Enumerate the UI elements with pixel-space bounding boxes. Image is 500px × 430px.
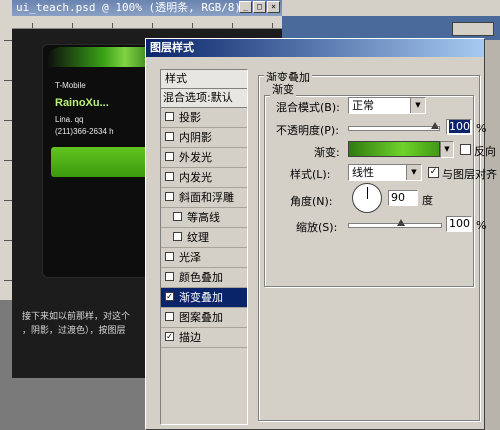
align-with-layer-checkbox[interactable]: ✓: [428, 167, 439, 178]
scale-slider-thumb[interactable]: [397, 219, 405, 226]
effect-label: 图案叠加: [179, 311, 223, 324]
chevron-down-icon[interactable]: ▼: [410, 98, 425, 113]
angle-value: 90: [391, 191, 405, 204]
styles-header[interactable]: 样式: [161, 70, 247, 89]
angle-label: 角度(N):: [290, 195, 333, 208]
effect-label: 渐变叠加: [179, 291, 223, 304]
reverse-label: 反向: [474, 145, 496, 158]
scale-label: 缩放(S):: [296, 221, 338, 234]
effect-item[interactable]: 光泽: [161, 248, 247, 268]
scale-input[interactable]: 100: [446, 216, 472, 232]
styles-list[interactable]: 样式 混合选项:默认 投影内阴影外发光内发光斜面和浮雕等高线纹理光泽颜色叠加 ✓ 渐…: [160, 69, 248, 425]
angle-input[interactable]: 90: [388, 190, 418, 206]
effect-checkbox[interactable]: ✓: [165, 332, 174, 341]
document-title: ui_teach.psd @ 100% (透明条, RGB/8): [16, 1, 242, 14]
effect-item[interactable]: 内发光: [161, 168, 247, 188]
align-with-layer-label: 与图层对齐: [442, 168, 497, 181]
effect-checkbox[interactable]: [165, 312, 174, 321]
effect-item[interactable]: 等高线: [161, 208, 247, 228]
subsection-title: 渐变: [270, 81, 296, 97]
effect-item[interactable]: ✓ 渐变叠加: [161, 288, 247, 308]
style-select[interactable]: 线性 ▼: [348, 164, 422, 181]
blend-options-item[interactable]: 混合选项:默认: [161, 89, 247, 108]
effect-item[interactable]: 内阴影: [161, 128, 247, 148]
effect-item[interactable]: 斜面和浮雕: [161, 188, 247, 208]
opacity-slider[interactable]: [348, 122, 440, 131]
effect-checkbox[interactable]: ✓: [165, 292, 174, 301]
effect-item[interactable]: ✓ 描边: [161, 328, 247, 348]
effect-checkbox[interactable]: [165, 272, 174, 281]
opacity-unit: %: [476, 122, 487, 135]
document-title-bar[interactable]: ui_teach.psd @ 100% (透明条, RGB/8) _ □ ×: [12, 0, 282, 16]
opacity-label: 不透明度(P):: [276, 124, 339, 137]
effect-checkbox[interactable]: [165, 192, 174, 201]
angle-dial-hand: [367, 187, 368, 199]
blend-mode-select[interactable]: 正常 ▼: [348, 97, 426, 114]
effect-label: 斜面和浮雕: [179, 191, 234, 204]
minimize-icon[interactable]: _: [239, 1, 252, 13]
effect-item[interactable]: 纹理: [161, 228, 247, 248]
effect-label: 投影: [179, 111, 201, 124]
effect-label: 纹理: [187, 231, 209, 244]
effect-label: 描边: [179, 331, 201, 344]
opacity-input[interactable]: 100: [446, 119, 472, 135]
effect-item[interactable]: 图案叠加: [161, 308, 247, 328]
blend-mode-value: 正常: [352, 99, 374, 112]
effect-label: 内阴影: [179, 131, 212, 144]
effect-checkbox[interactable]: [165, 112, 174, 121]
style-label: 样式(L):: [290, 168, 331, 181]
effect-item[interactable]: 外发光: [161, 148, 247, 168]
scale-value: 100: [449, 217, 470, 230]
phone-line1: Lina. qq: [55, 115, 84, 124]
effect-label: 颜色叠加: [179, 271, 223, 284]
angle-unit: 度: [422, 194, 433, 207]
blend-mode-label: 混合模式(B):: [276, 101, 340, 114]
effect-checkbox[interactable]: [165, 132, 174, 141]
opacity-slider-thumb[interactable]: [431, 122, 439, 129]
effect-checkbox[interactable]: [165, 152, 174, 161]
opacity-value: 100: [449, 120, 470, 133]
effect-checkbox[interactable]: [165, 252, 174, 261]
angle-dial[interactable]: [352, 183, 382, 213]
horizontal-ruler: [12, 16, 282, 29]
chevron-down-icon[interactable]: ▼: [441, 142, 453, 157]
dialog-title-bar[interactable]: 图层样式: [146, 39, 484, 57]
effect-label: 光泽: [179, 251, 201, 264]
scale-slider[interactable]: [348, 219, 442, 228]
effect-item[interactable]: 投影: [161, 108, 247, 128]
dialog-title: 图层样式: [150, 41, 194, 54]
reverse-checkbox[interactable]: [460, 144, 471, 155]
gradient-preview[interactable]: [348, 141, 440, 157]
effect-item[interactable]: 颜色叠加: [161, 268, 247, 288]
gradient-overlay-panel: 渐变叠加 渐变 混合模式(B): 正常 ▼ 不透明度(P): 100 % 渐变:…: [256, 69, 497, 425]
scale-unit: %: [476, 219, 487, 232]
effect-label: 内发光: [179, 171, 212, 184]
maximize-icon[interactable]: □: [253, 1, 266, 13]
gradient-label: 渐变:: [314, 146, 340, 159]
effect-label: 等高线: [187, 211, 220, 224]
gradient-picker-dropdown[interactable]: ▼: [440, 141, 454, 158]
effect-checkbox[interactable]: [173, 232, 182, 241]
layer-style-dialog[interactable]: 图层样式 样式 混合选项:默认 投影内阴影外发光内发光斜面和浮雕等高线纹理光泽颜…: [145, 38, 497, 430]
chevron-down-icon[interactable]: ▼: [406, 165, 421, 180]
style-value: 线性: [352, 166, 374, 179]
phone-line2: (211)366-2634 h: [55, 127, 114, 136]
phone-carrier: T-Mobile: [55, 81, 86, 90]
close-icon[interactable]: ×: [267, 1, 280, 13]
effect-label: 外发光: [179, 151, 212, 164]
effect-checkbox[interactable]: [165, 172, 174, 181]
background-window: [282, 0, 500, 40]
phone-contact-name: RainoXu...: [55, 97, 109, 109]
effect-checkbox[interactable]: [173, 212, 182, 221]
